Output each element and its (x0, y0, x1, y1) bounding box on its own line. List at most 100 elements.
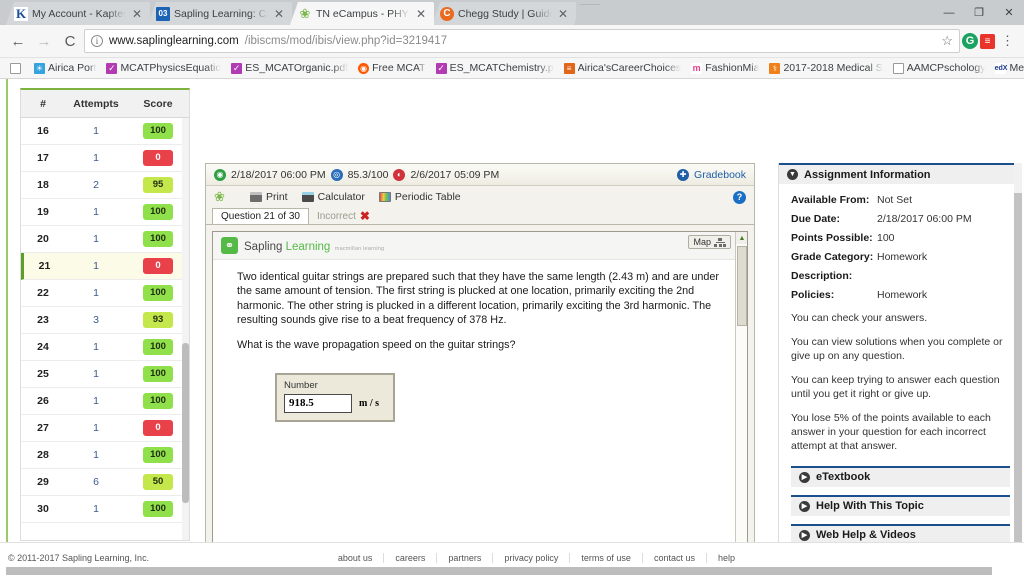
table-row[interactable]: 21 1 0 (21, 253, 189, 280)
scrollbar-thumb[interactable] (1014, 193, 1022, 573)
score-badge: 50 (143, 474, 173, 490)
browser-window: K My Account - Kaptest.co ✕ 03 Sapling L… (0, 0, 1024, 576)
table-row[interactable]: 22 1 100 (21, 280, 189, 307)
bookmark-item[interactable] (6, 62, 28, 75)
bookmark-item[interactable]: m FashionMia (687, 61, 763, 75)
info-icon[interactable]: i (91, 35, 103, 47)
assignment-info-header[interactable]: ▼ Assignment Information (779, 163, 1022, 184)
bookmark-item[interactable]: AAMCPschology (889, 61, 990, 75)
minimize-icon[interactable]: — (934, 0, 964, 25)
attempts-count: 1 (93, 422, 99, 434)
table-row[interactable]: 26 1 100 (21, 388, 189, 415)
footer-link[interactable]: partners (436, 553, 492, 563)
question-paragraph: Two identical guitar strings are prepare… (237, 271, 719, 326)
print-button[interactable]: Print (250, 191, 288, 203)
question-number: 21 (38, 260, 51, 272)
new-tab-button[interactable] (574, 4, 600, 25)
bookmark-item[interactable]: edX Medicine | edX (991, 61, 1024, 75)
clock-icon: ◉ (214, 168, 226, 181)
smallpdf-extension-icon[interactable]: ≡ (980, 33, 995, 49)
calculator-icon (301, 192, 314, 202)
score-badge: 100 (143, 123, 173, 139)
bookmark-item[interactable]: ◉ Free MCAT (354, 61, 429, 75)
footer-link[interactable]: terms of use (569, 553, 642, 563)
bookmark-item[interactable]: ✓ ES_MCATOrganic.pdf (227, 61, 352, 75)
reload-icon[interactable]: C (58, 29, 82, 53)
gradebook-link[interactable]: Gradebook (694, 169, 746, 181)
info-key: Policies: (791, 289, 835, 301)
omnibox-toolbar: ← → C i www.saplinglearning.com/ibiscms/… (0, 25, 1024, 58)
scrollbar-thumb[interactable] (182, 343, 189, 503)
panel-scrollbar[interactable] (1014, 163, 1022, 576)
stage-scrollbar[interactable]: ▲ ▼ (735, 232, 747, 570)
question-table-scrollbar[interactable] (182, 118, 189, 540)
table-row[interactable]: 20 1 100 (21, 226, 189, 253)
assignment-info-row: Available From: Not Set (791, 194, 1010, 206)
assignment-info-body: Available From: Not Set Due Date: 2/18/2017… (779, 184, 1022, 576)
scrollbar-thumb[interactable] (737, 246, 747, 326)
footer-link[interactable]: privacy policy (492, 553, 569, 563)
table-row[interactable]: 23 3 93 (21, 307, 189, 334)
browser-tab-3[interactable]: C Chegg Study | Guided So ✕ (432, 2, 576, 25)
footer-link[interactable]: careers (383, 553, 436, 563)
browser-menu-icon[interactable]: ⋮ (997, 33, 1018, 49)
bookmark-item[interactable]: ⚕ 2017-2018 Medical S (765, 61, 886, 75)
close-icon[interactable]: ✕ (414, 8, 428, 20)
chevron-right-icon: ▶ (799, 471, 810, 483)
grammarly-extension-icon[interactable]: G (962, 33, 978, 49)
scroll-up-icon[interactable]: ▲ (736, 232, 747, 244)
score-badge: 100 (143, 231, 173, 247)
bookmark-star-icon[interactable]: ☆ (941, 33, 953, 49)
address-bar[interactable]: i www.saplinglearning.com/ibiscms/mod/ib… (84, 29, 960, 53)
bookmark-item[interactable]: ✓ ES_MCATChemistry.p (432, 61, 558, 75)
tab-question[interactable]: Question 21 of 30 (212, 208, 309, 224)
bookmark-item[interactable]: ≡ Airica'sCareerChoices (560, 61, 686, 75)
purple-check-icon: ✓ (435, 62, 447, 74)
table-row[interactable]: 19 1 100 (21, 199, 189, 226)
collapsible-section-header[interactable]: ▶ Help With This Topic (791, 494, 1010, 516)
browser-tab-2[interactable]: ❀ TN eCampus - PHYS 2120 ✕ (290, 2, 434, 25)
column-header-number: # (40, 97, 46, 110)
map-button[interactable]: Map (688, 235, 731, 249)
forward-icon[interactable]: → (32, 29, 56, 53)
doc-icon (892, 62, 904, 74)
footer-links: about us careers partners privacy policy ter… (327, 553, 746, 563)
table-row[interactable]: 16 1 100 (21, 118, 189, 145)
tab-title: Chegg Study | Guided So (458, 7, 552, 20)
gradebook-icon[interactable]: ✚ (677, 168, 690, 181)
answer-input[interactable] (284, 394, 352, 413)
close-icon[interactable]: ✕ (556, 8, 570, 20)
maximize-icon[interactable]: ❐ (964, 0, 994, 25)
table-row[interactable]: 28 1 100 (21, 442, 189, 469)
table-row[interactable]: 17 1 0 (21, 145, 189, 172)
collapsible-section-header[interactable]: ▶ eTextbook (791, 465, 1010, 487)
question-body: Two identical guitar strings are prepare… (213, 260, 747, 422)
bookmark-item[interactable]: ☀ Airica Port (30, 61, 100, 75)
table-row[interactable]: 27 1 0 (21, 415, 189, 442)
browser-tab-0[interactable]: K My Account - Kaptest.co ✕ (6, 2, 150, 25)
back-icon[interactable]: ← (6, 29, 30, 53)
sapling-logo-icon: ⚭ (221, 237, 238, 254)
bookmark-label: Airica'sCareerChoices (577, 62, 682, 74)
table-row[interactable]: 18 2 95 (21, 172, 189, 199)
bookmark-item[interactable]: ✓ MCATPhysicsEquatio (102, 61, 225, 75)
help-icon[interactable]: ? (733, 190, 746, 204)
bookmark-label: 2017-2018 Medical S (783, 62, 883, 74)
table-row[interactable]: 24 1 100 (21, 334, 189, 361)
table-row[interactable]: 25 1 100 (21, 361, 189, 388)
periodic-table-button[interactable]: Periodic Table (378, 191, 461, 203)
footer-link[interactable]: help (705, 553, 746, 563)
orange-book-icon: ≡ (563, 62, 575, 74)
browser-tab-1[interactable]: 03 Sapling Learning: Chang ✕ (148, 2, 292, 25)
horizontal-scrollbar[interactable] (6, 567, 992, 575)
close-icon[interactable]: ✕ (130, 8, 144, 20)
close-icon[interactable]: ✕ (272, 8, 286, 20)
footer-link[interactable]: about us (327, 553, 384, 563)
section-label: Help With This Topic (816, 500, 924, 512)
footer-link[interactable]: contact us (641, 553, 706, 563)
table-row[interactable]: 30 1 100 (21, 496, 189, 523)
calculator-button[interactable]: Calculator (301, 191, 365, 203)
close-window-icon[interactable]: ✕ (994, 0, 1024, 25)
bookmark-label: ES_MCATOrganic.pdf (245, 62, 349, 74)
table-row[interactable]: 29 6 50 (21, 469, 189, 496)
